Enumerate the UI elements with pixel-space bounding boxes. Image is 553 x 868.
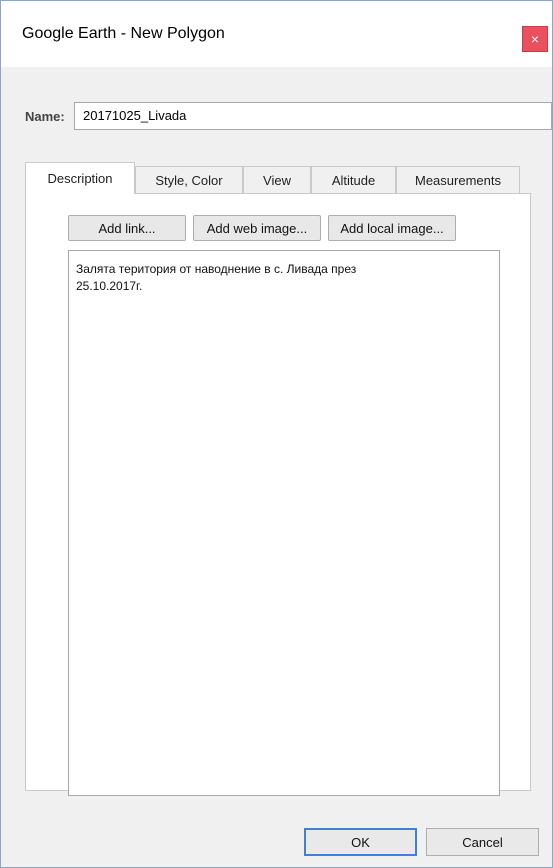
tab-measurements[interactable]: Measurements	[396, 166, 520, 194]
name-input[interactable]: 20171025_Livada	[74, 102, 552, 130]
tab-style-color[interactable]: Style, Color	[135, 166, 243, 194]
add-local-image-button[interactable]: Add local image...	[328, 215, 456, 241]
cancel-button[interactable]: Cancel	[426, 828, 539, 856]
description-textarea[interactable]: Залята територия от наводнение в с. Лива…	[68, 250, 500, 796]
description-panel: Add link... Add web image... Add local i…	[25, 193, 531, 796]
new-polygon-dialog: Google Earth - New Polygon × Name: 20171…	[0, 0, 553, 868]
tab-view[interactable]: View	[243, 166, 311, 194]
close-button[interactable]: ×	[522, 26, 548, 52]
close-icon: ×	[530, 31, 540, 47]
add-link-button[interactable]: Add link...	[68, 215, 186, 241]
add-web-image-button[interactable]: Add web image...	[193, 215, 321, 241]
tab-altitude[interactable]: Altitude	[311, 166, 396, 194]
ok-button[interactable]: OK	[304, 828, 417, 856]
tab-description[interactable]: Description	[25, 162, 135, 194]
window-title: Google Earth - New Polygon	[22, 25, 225, 42]
title-bar: Google Earth - New Polygon ×	[1, 1, 552, 67]
